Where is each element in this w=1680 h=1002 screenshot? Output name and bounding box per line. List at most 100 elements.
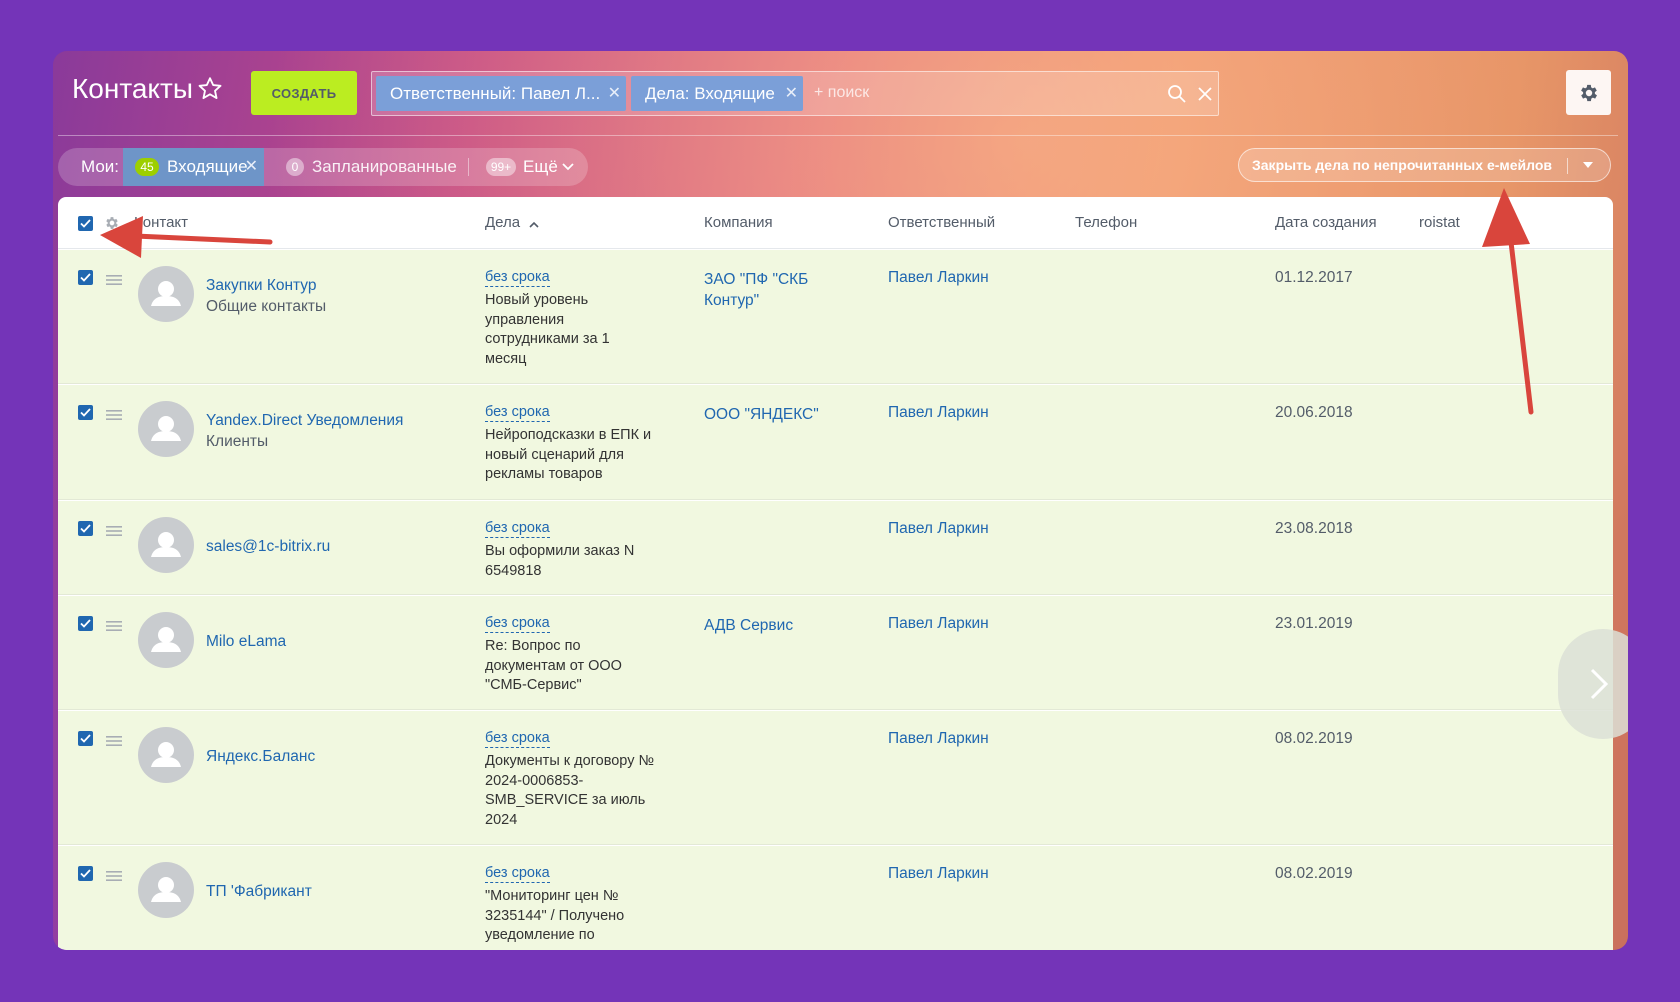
drag-handle-icon[interactable] — [106, 409, 122, 421]
create-button[interactable]: СОЗДАТЬ — [251, 71, 357, 115]
header-divider — [58, 135, 1618, 136]
filter-chip-responsible[interactable]: Ответственный: Павел Л... ✕ — [376, 76, 626, 111]
check-icon — [80, 619, 91, 628]
sort-asc-icon[interactable] — [529, 221, 539, 228]
counter-badge: 45 — [135, 158, 159, 176]
filter-search-box[interactable]: Ответственный: Павел Л... ✕ Дела: Входящ… — [371, 71, 1219, 116]
counter-badge: 99+ — [486, 158, 516, 176]
responsible-link[interactable]: Павел Ларкин — [888, 269, 989, 287]
table-row[interactable]: Яндекс.Баланс без срока Документы к дого… — [58, 711, 1613, 845]
contact-name[interactable]: Milo eLama — [206, 633, 286, 651]
user-icon — [151, 281, 181, 306]
deal-deadline-link[interactable]: без срока — [485, 865, 550, 883]
drag-handle-icon[interactable] — [106, 274, 122, 286]
check-icon — [80, 869, 91, 878]
row-checkbox[interactable] — [78, 731, 93, 746]
company-link[interactable]: АДВ Сервис — [704, 615, 834, 636]
contact-type: Общие контакты — [206, 298, 327, 315]
contact-name[interactable]: Яндекс.Баланс — [206, 748, 315, 766]
chevron-down-icon[interactable] — [1583, 162, 1593, 170]
star-icon[interactable] — [196, 75, 224, 103]
select-all-checkbox[interactable] — [78, 216, 93, 231]
avatar[interactable] — [138, 266, 194, 322]
company-link[interactable]: ЗАО "ПФ "СКБ Контур" — [704, 269, 834, 311]
search-icon[interactable] — [1166, 83, 1188, 105]
table-row[interactable]: sales@1c-bitrix.ru без срока Вы оформили… — [58, 501, 1613, 595]
settings-button[interactable] — [1566, 70, 1611, 115]
deal-subject: Нейроподсказки в ЕПК и новый сценарий дл… — [485, 427, 652, 482]
deal-subject: Новый уровень управления сотрудниками за… — [485, 292, 610, 367]
deal-deadline-link[interactable]: без срока — [485, 615, 550, 633]
avatar[interactable] — [138, 612, 194, 668]
counter-tab-label: Входящие — [167, 157, 248, 176]
created-date: 23.01.2019 — [1275, 615, 1353, 632]
table-row[interactable]: Закупки Контур Общие контакты без срока … — [58, 250, 1613, 384]
close-icon[interactable]: ✕ — [245, 156, 258, 176]
deal-deadline-link[interactable]: без срока — [485, 404, 550, 422]
contact-name[interactable]: sales@1c-bitrix.ru — [206, 538, 330, 556]
chevron-right-icon — [1590, 668, 1609, 700]
column-header-company[interactable]: Компания — [704, 214, 773, 231]
column-header-contact[interactable]: Контакт — [134, 214, 188, 231]
column-header-phone[interactable]: Телефон — [1075, 214, 1137, 231]
row-checkbox[interactable] — [78, 616, 93, 631]
row-checkbox[interactable] — [78, 521, 93, 536]
user-icon — [151, 416, 181, 441]
close-unread-emails-button[interactable]: Закрыть дела по непрочитанных е-мейлов — [1238, 148, 1611, 182]
counter-tab-planned[interactable]: Запланированные — [312, 157, 457, 177]
responsible-link[interactable]: Павел Ларкин — [888, 865, 989, 883]
contacts-grid: Контакт Дела Компания Ответственный Теле… — [58, 197, 1613, 950]
contact-name[interactable]: Закупки Контур — [206, 277, 317, 295]
column-header-responsible[interactable]: Ответственный — [888, 214, 995, 231]
created-date: 08.02.2019 — [1275, 865, 1353, 882]
table-row[interactable]: Yandex.Direct Уведомления Клиенты без ср… — [58, 385, 1613, 500]
search-input[interactable]: + поиск — [814, 84, 869, 102]
deal-deadline-link[interactable]: без срока — [485, 269, 550, 287]
grid-header: Контакт Дела Компания Ответственный Теле… — [58, 197, 1613, 249]
clear-icon[interactable] — [1194, 83, 1216, 105]
responsible-link[interactable]: Павел Ларкин — [888, 520, 989, 538]
check-icon — [80, 408, 91, 417]
created-date: 01.12.2017 — [1275, 269, 1353, 286]
drag-handle-icon[interactable] — [106, 870, 122, 882]
counter-badge: 0 — [286, 158, 304, 176]
counter-tab-more[interactable]: Ещё — [523, 157, 558, 177]
row-checkbox[interactable] — [78, 270, 93, 285]
contact-name[interactable]: ТП 'Фабрикант — [206, 883, 312, 901]
deal-subject: Вы оформили заказ N 6549818 — [485, 543, 635, 579]
close-icon[interactable]: ✕ — [785, 76, 798, 111]
row-checkbox[interactable] — [78, 866, 93, 881]
company-link[interactable]: ООО "ЯНДЕКС" — [704, 404, 844, 425]
table-row[interactable]: Milo eLama без срока Re: Вопрос по докум… — [58, 596, 1613, 710]
created-date: 08.02.2019 — [1275, 730, 1353, 747]
responsible-link[interactable]: Павел Ларкин — [888, 730, 989, 748]
filter-chip-deals[interactable]: Дела: Входящие ✕ — [631, 76, 803, 111]
responsible-link[interactable]: Павел Ларкин — [888, 615, 989, 633]
counter-tab-incoming[interactable]: 45 Входящие ✕ — [123, 148, 264, 186]
avatar[interactable] — [138, 727, 194, 783]
user-icon — [151, 532, 181, 557]
avatar[interactable] — [138, 517, 194, 573]
contact-name[interactable]: Yandex.Direct Уведомления — [206, 412, 403, 430]
chevron-down-icon[interactable] — [562, 162, 574, 172]
row-checkbox[interactable] — [78, 405, 93, 420]
created-date: 20.06.2018 — [1275, 404, 1353, 421]
avatar[interactable] — [138, 862, 194, 918]
close-icon[interactable]: ✕ — [608, 76, 621, 111]
deal-deadline-link[interactable]: без срока — [485, 520, 550, 538]
table-row[interactable]: ТП 'Фабрикант без срока "Мониторинг цен … — [58, 846, 1613, 950]
responsible-link[interactable]: Павел Ларкин — [888, 404, 989, 422]
drag-handle-icon[interactable] — [106, 525, 122, 537]
avatar[interactable] — [138, 401, 194, 457]
column-header-roistat[interactable]: roistat — [1419, 214, 1460, 231]
drag-handle-icon[interactable] — [106, 620, 122, 632]
column-header-created[interactable]: Дата создания — [1275, 214, 1377, 231]
drag-handle-icon[interactable] — [106, 735, 122, 747]
crm-window: Контакты СОЗДАТЬ Ответственный: Павел Л.… — [53, 51, 1628, 950]
deal-deadline-link[interactable]: без срока — [485, 730, 550, 748]
separator — [1567, 158, 1568, 174]
column-header-deals[interactable]: Дела — [485, 214, 520, 231]
close-unread-emails-label: Закрыть дела по непрочитанных е-мейлов — [1252, 157, 1553, 173]
gear-icon[interactable] — [104, 215, 120, 231]
next-page-button[interactable] — [1558, 629, 1628, 739]
